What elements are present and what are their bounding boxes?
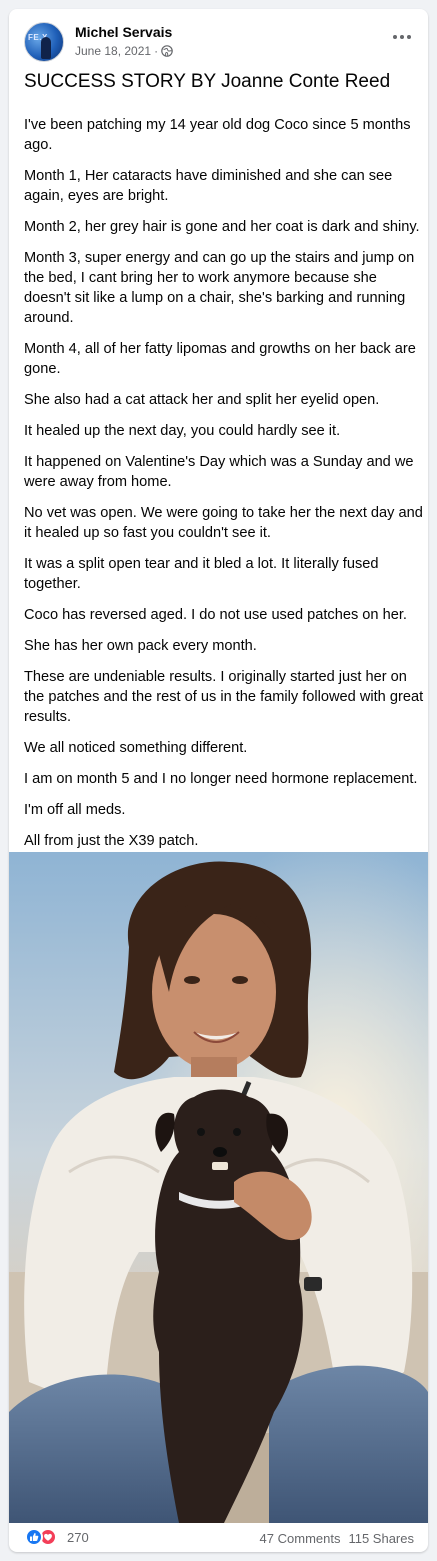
post-footer: 270 47 Comments 115 Shares [9, 1523, 428, 1552]
comments-count[interactable]: 47 Comments [260, 1531, 341, 1546]
avatar[interactable]: FE.X [24, 22, 64, 62]
post-paragraph: It happened on Valentine's Day which was… [24, 454, 414, 490]
post-paragraph: It was a split open tear and it bled a l… [24, 556, 379, 592]
globe-icon[interactable] [161, 45, 173, 57]
post-paragraph: She also had a cat attack her and split … [24, 392, 380, 408]
shares-count[interactable]: 115 Shares [348, 1531, 414, 1546]
post-paragraph: She has her own pack every month. [24, 638, 257, 654]
meta-separator: · [154, 44, 159, 58]
post-paragraph: I'm off all meds. [24, 802, 126, 818]
avatar-figure [41, 37, 51, 59]
like-icon [25, 1528, 43, 1546]
post-paragraph: Month 2, her grey hair is gone and her c… [24, 219, 420, 235]
post-paragraph: No vet was open. We were going to take h… [24, 505, 423, 541]
post-paragraph: I am on month 5 and I no longer need hor… [24, 771, 418, 787]
post-title: SUCCESS STORY BY Joanne Conte Reed [24, 71, 391, 92]
post-paragraph: Coco has reversed aged. I do not use use… [24, 607, 407, 623]
author-name[interactable]: Michel Servais [75, 24, 172, 40]
post-meta: June 18, 2021 · [75, 44, 173, 58]
post-paragraph: All from just the X39 patch. [24, 833, 199, 849]
post-body: I've been patching my 14 year old dog Co… [24, 115, 424, 862]
post-paragraph: We all noticed something different. [24, 740, 248, 756]
post-paragraph: It healed up the next day, you could har… [24, 423, 341, 439]
post-card: FE.X Michel Servais June 18, 2021 · SUCC… [9, 9, 428, 1552]
post-paragraph: Month 1, Her cataracts have diminished a… [24, 168, 393, 204]
post-header: FE.X Michel Servais June 18, 2021 · [9, 9, 428, 65]
post-paragraph: Month 3, super energy and can go up the … [24, 250, 415, 326]
post-paragraph: I've been patching my 14 year old dog Co… [24, 117, 411, 153]
post-paragraph: Month 4, all of her fatty lipomas and gr… [24, 341, 416, 377]
engagement-counts: 47 Comments 115 Shares [260, 1531, 414, 1546]
reactions-summary[interactable]: 270 [25, 1528, 89, 1546]
post-date[interactable]: June 18, 2021 [75, 44, 151, 58]
post-paragraph: These are undeniable results. I original… [24, 669, 424, 725]
more-options-icon[interactable] [390, 31, 414, 43]
reaction-count: 270 [67, 1529, 89, 1545]
post-photo[interactable] [9, 852, 428, 1523]
